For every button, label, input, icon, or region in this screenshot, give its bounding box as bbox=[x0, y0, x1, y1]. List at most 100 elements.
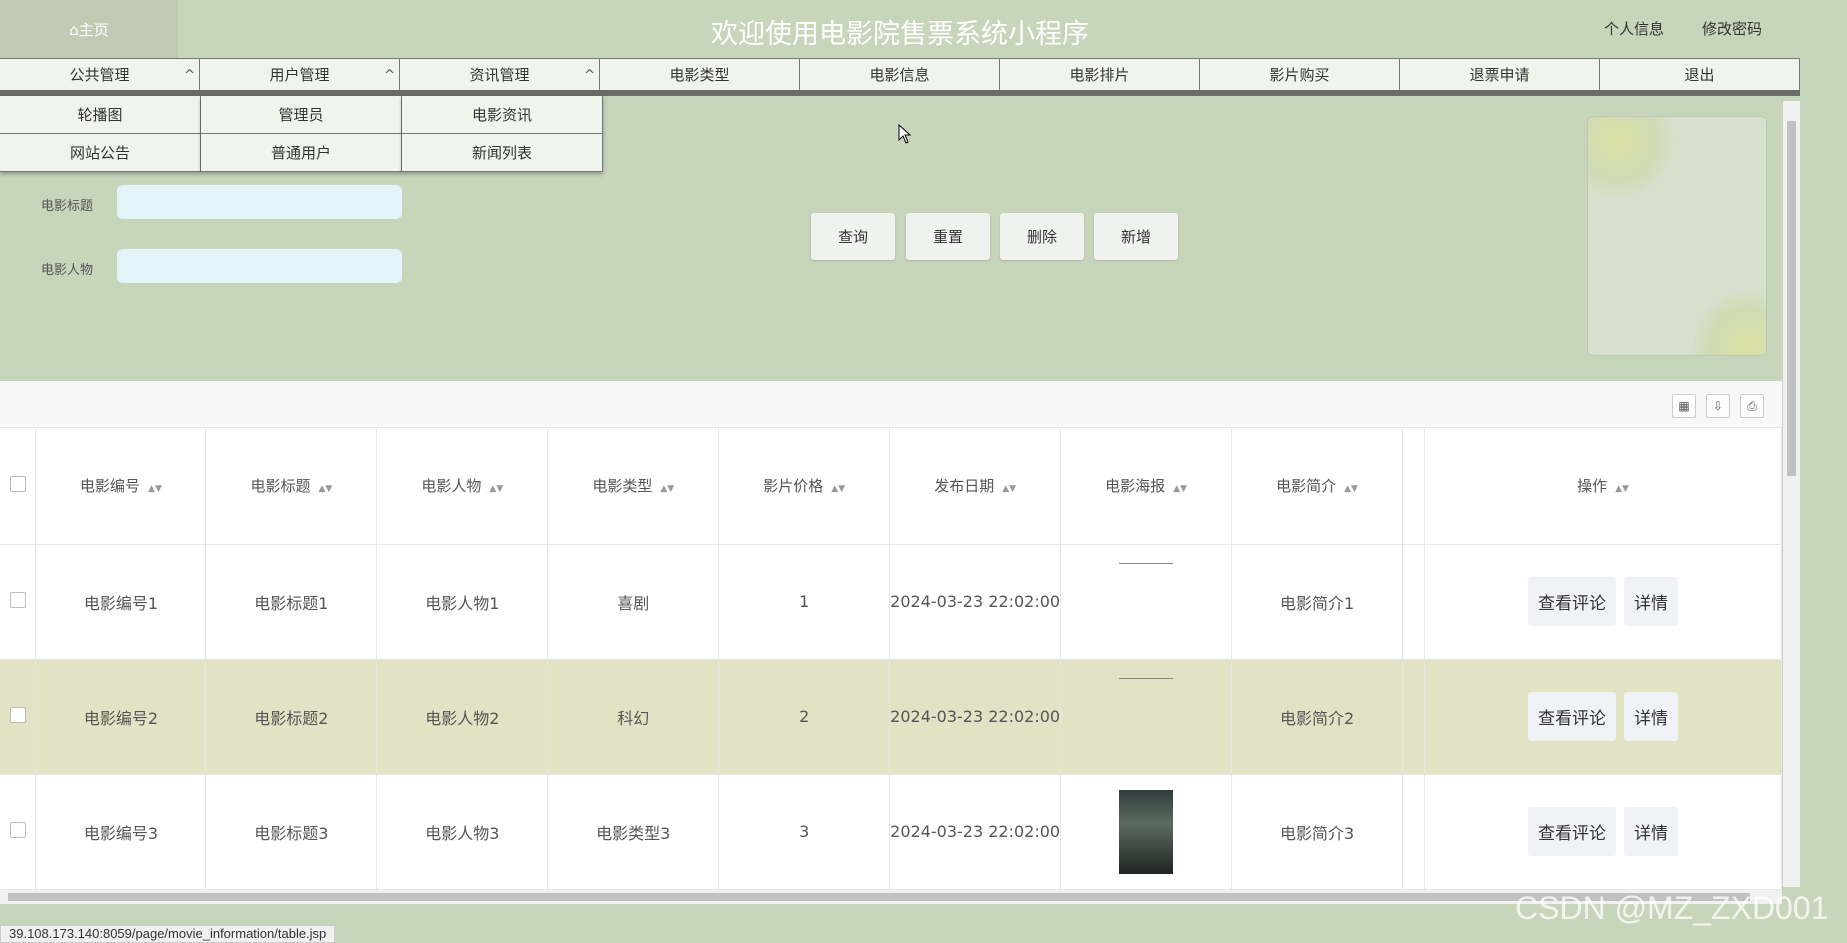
title-search-input[interactable] bbox=[117, 185, 402, 219]
details-button[interactable]: 详情 bbox=[1624, 692, 1678, 741]
nav-user-management[interactable]: 用户管理 ^ bbox=[200, 58, 400, 90]
export-icon[interactable]: ⇩ bbox=[1706, 394, 1730, 418]
nav-label: 用户管理 bbox=[269, 66, 330, 84]
print-icon[interactable]: ⎙ bbox=[1740, 394, 1764, 418]
view-comments-button[interactable]: 查看评论 bbox=[1528, 692, 1616, 741]
scrollbar-thumb[interactable] bbox=[8, 893, 1750, 901]
cell-id: 电影编号1 bbox=[35, 544, 207, 660]
cell-poster bbox=[1060, 659, 1233, 775]
header: ⌂主页 欢迎使用电影院售票系统小程序 个人信息 修改密码 bbox=[0, 0, 1800, 58]
reset-button[interactable]: 重置 bbox=[906, 213, 990, 260]
column-header[interactable]: 电影类型 ▲▼ bbox=[547, 428, 720, 545]
cell-spacer bbox=[1402, 774, 1425, 890]
cell-type: 科幻 bbox=[547, 659, 720, 775]
dropdown-public-management: 轮播图 网站公告 bbox=[0, 96, 201, 172]
sort-icon[interactable]: ▲▼ bbox=[1173, 484, 1187, 494]
table-row: 电影编号3 电影标题3 电影人物3 电影类型3 3 2024-03-23 22:… bbox=[0, 774, 1782, 890]
table-row: 电影编号1 电影标题1 电影人物1 喜剧 1 2024-03-23 22:02:… bbox=[0, 544, 1782, 660]
poster-image bbox=[1119, 789, 1174, 874]
nav-label: 资讯管理 bbox=[469, 66, 530, 84]
nav-movie-type[interactable]: 电影类型 bbox=[600, 58, 800, 90]
column-header[interactable]: 电影编号 ▲▼ bbox=[35, 428, 207, 545]
column-header[interactable]: 电影海报 ▲▼ bbox=[1060, 428, 1233, 545]
column-header[interactable]: 发布日期 ▲▼ bbox=[889, 428, 1062, 545]
page-title: 欢迎使用电影院售票系统小程序 bbox=[711, 19, 1089, 50]
cell-person: 电影人物1 bbox=[376, 544, 549, 660]
decorative-blob bbox=[1588, 117, 1673, 197]
row-checkbox[interactable] bbox=[9, 706, 26, 723]
decorative-card bbox=[1587, 116, 1767, 356]
menu-item-announcements[interactable]: 网站公告 bbox=[0, 134, 201, 172]
person-search-input[interactable] bbox=[117, 249, 402, 283]
cell-type: 电影类型3 bbox=[547, 774, 720, 890]
cell-id: 电影编号3 bbox=[35, 774, 207, 890]
decorative-blob bbox=[1693, 292, 1766, 355]
poster-image bbox=[1119, 678, 1174, 679]
cell-intro: 电影简介2 bbox=[1231, 659, 1404, 775]
nav-public-management[interactable]: 公共管理 ^ bbox=[0, 58, 200, 90]
watermark: CSDN @MZ_ZXD001 bbox=[1515, 890, 1829, 926]
change-password-link[interactable]: 修改密码 bbox=[1702, 18, 1762, 39]
table-toolbar: ▦ ⇩ ⎙ bbox=[0, 381, 1782, 428]
select-all-checkbox[interactable] bbox=[9, 475, 26, 492]
sort-icon[interactable]: ▲▼ bbox=[489, 484, 503, 494]
nav-news-management[interactable]: 资讯管理 ^ bbox=[400, 58, 600, 90]
cell-title: 电影标题1 bbox=[205, 544, 378, 660]
cell-actions: 查看评论 详情 bbox=[1424, 774, 1782, 890]
sort-icon[interactable]: ▲▼ bbox=[318, 484, 332, 494]
sort-icon[interactable]: ▲▼ bbox=[1344, 484, 1358, 494]
menu-item-carousel[interactable]: 轮播图 bbox=[0, 96, 201, 134]
sort-icon[interactable]: ▲▼ bbox=[1002, 484, 1016, 494]
poster-image bbox=[1119, 563, 1174, 564]
cell-person: 电影人物3 bbox=[376, 774, 549, 890]
scrollbar-thumb[interactable] bbox=[1787, 121, 1796, 476]
main-nav: 公共管理 ^ 用户管理 ^ 资讯管理 ^ 电影类型 电影信息 电影排片 影片购买 退票… bbox=[0, 58, 1800, 96]
cell-intro: 电影简介1 bbox=[1231, 544, 1404, 660]
mouse-cursor-icon bbox=[898, 123, 912, 144]
details-button[interactable]: 详情 bbox=[1624, 807, 1678, 856]
sort-icon[interactable]: ▲▼ bbox=[1615, 484, 1629, 494]
column-header[interactable]: 电影标题 ▲▼ bbox=[205, 428, 378, 545]
nav-refund-request[interactable]: 退票申请 bbox=[1400, 58, 1600, 90]
nav-label: 公共管理 bbox=[69, 66, 130, 84]
row-checkbox[interactable] bbox=[9, 821, 26, 838]
column-header[interactable]: 电影简介 ▲▼ bbox=[1231, 428, 1404, 545]
sort-icon[interactable]: ▲▼ bbox=[660, 484, 674, 494]
column-header[interactable]: 影片价格 ▲▼ bbox=[718, 428, 891, 545]
nav-ticket-purchase[interactable]: 影片购买 bbox=[1200, 58, 1400, 90]
nav-movie-info[interactable]: 电影信息 bbox=[800, 58, 1000, 90]
view-comments-button[interactable]: 查看评论 bbox=[1528, 577, 1616, 626]
column-header[interactable]: 电影人物 ▲▼ bbox=[376, 428, 549, 545]
add-button[interactable]: 新增 bbox=[1094, 213, 1178, 260]
table-row: 电影编号2 电影标题2 电影人物2 科幻 2 2024-03-23 22:02:… bbox=[0, 659, 1782, 775]
dropdown-news-management: 电影资讯 新闻列表 bbox=[402, 96, 603, 172]
nav-logout[interactable]: 退出 bbox=[1600, 58, 1800, 90]
details-button[interactable]: 详情 bbox=[1624, 577, 1678, 626]
view-comments-button[interactable]: 查看评论 bbox=[1528, 807, 1616, 856]
menu-item-users[interactable]: 普通用户 bbox=[201, 134, 402, 172]
sort-icon[interactable]: ▲▼ bbox=[148, 484, 162, 494]
cell-title: 电影标题2 bbox=[205, 659, 378, 775]
nav-movie-schedule[interactable]: 电影排片 bbox=[1000, 58, 1200, 90]
title-field-label: 电影标题 bbox=[41, 199, 94, 214]
row-checkbox[interactable] bbox=[9, 591, 26, 608]
movie-table: 电影编号 ▲▼ 电影标题 ▲▼ 电影人物 ▲▼ 电影类型 ▲▼ 影片价格 ▲▼ 发布日期 ▲… bbox=[0, 428, 1782, 890]
cell-actions: 查看评论 详情 bbox=[1424, 659, 1782, 775]
menu-item-movie-news[interactable]: 电影资讯 bbox=[402, 96, 603, 134]
menu-item-admins[interactable]: 管理员 bbox=[201, 96, 402, 134]
column-spacer bbox=[1402, 428, 1425, 545]
sort-icon[interactable]: ▲▼ bbox=[831, 484, 845, 494]
profile-link[interactable]: 个人信息 bbox=[1604, 18, 1664, 39]
cell-title: 电影标题3 bbox=[205, 774, 378, 890]
cell-intro: 电影简介3 bbox=[1231, 774, 1404, 890]
vertical-scrollbar[interactable] bbox=[1783, 101, 1800, 887]
column-header[interactable]: 操作 ▲▼ bbox=[1424, 428, 1782, 545]
query-button[interactable]: 查询 bbox=[811, 213, 895, 260]
cell-spacer bbox=[1402, 659, 1425, 775]
cell-price: 2 bbox=[718, 659, 891, 775]
delete-button[interactable]: 删除 bbox=[1000, 213, 1084, 260]
chevron-up-icon: ^ bbox=[184, 68, 195, 83]
columns-icon[interactable]: ▦ bbox=[1672, 394, 1696, 418]
menu-item-news-list[interactable]: 新闻列表 bbox=[402, 134, 603, 172]
movie-table-panel: ▦ ⇩ ⎙ 电影编号 ▲▼ 电影标题 ▲▼ 电影人物 ▲▼ 电影类型 ▲▼ 影片价格 ▲▼… bbox=[0, 381, 1782, 892]
